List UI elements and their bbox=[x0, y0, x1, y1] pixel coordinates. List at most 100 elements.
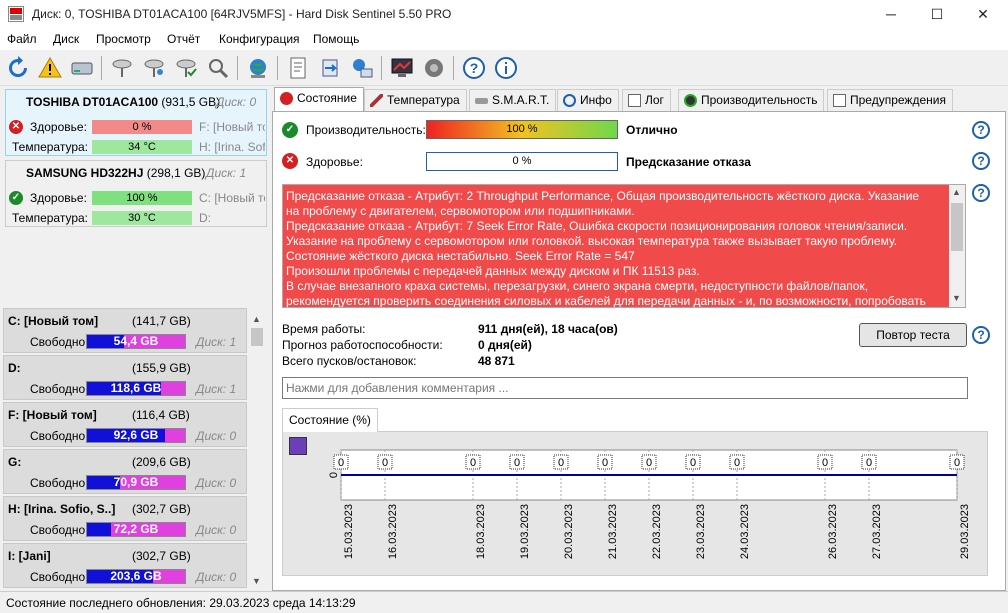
volume-item[interactable]: I: [Jani] (302,7 GB) Свободно 203,6 GB Диск:… bbox=[3, 543, 247, 588]
error-icon bbox=[280, 92, 293, 105]
volume-disk: Диск: 0 bbox=[196, 523, 237, 537]
menu-bar: Файл Диск Просмотр Отчёт Конфигурация По… bbox=[0, 28, 1008, 50]
alert-icon[interactable] bbox=[35, 53, 65, 83]
volume-item[interactable]: H: [Irina. Sofio, S..] (302,7 GB) Свободно… bbox=[3, 496, 247, 541]
volume-item[interactable]: G: (209,6 GB) Свободно 70,9 GB Диск: 0 bbox=[3, 449, 247, 494]
comment-input[interactable]: Нажми для добавления комментария ... bbox=[282, 377, 968, 399]
volume-name: D: bbox=[8, 361, 21, 375]
scroll-down-icon[interactable]: ▼ bbox=[252, 576, 261, 586]
close-button[interactable]: ✕ bbox=[960, 0, 1006, 28]
smart-icon bbox=[475, 98, 488, 104]
menu-disk[interactable]: Диск bbox=[53, 32, 79, 46]
disk-index: Диск: 0 bbox=[216, 95, 257, 109]
menu-config[interactable]: Конфигурация bbox=[219, 32, 300, 46]
help-icon[interactable]: ? bbox=[972, 152, 990, 170]
warnings-text: Предсказание отказа - Атрибут: 2 Through… bbox=[283, 185, 965, 308]
volume-free: 54,4 GB bbox=[113, 334, 159, 348]
forecast-value: 0 дня(ей) bbox=[478, 338, 532, 352]
x-tick-label: 29.03.2023 bbox=[959, 504, 971, 559]
check-icon[interactable] bbox=[171, 53, 201, 83]
globe-icon[interactable] bbox=[243, 53, 273, 83]
info-icon bbox=[563, 94, 576, 107]
window-title: Диск: 0, TOSHIBA DT01ACA100 [64RJV5MFS] … bbox=[32, 7, 452, 21]
surface-test-icon[interactable] bbox=[139, 53, 169, 83]
performance-rating: Отлично bbox=[626, 123, 678, 137]
scroll-thumb[interactable] bbox=[951, 203, 963, 251]
info-icon[interactable] bbox=[491, 53, 521, 83]
menu-view[interactable]: Просмотр bbox=[96, 32, 151, 46]
disk-size: (298,1 GB) bbox=[146, 166, 206, 180]
menu-help[interactable]: Помощь bbox=[313, 32, 359, 46]
disk-icon[interactable] bbox=[67, 53, 97, 83]
refresh-icon[interactable] bbox=[3, 53, 33, 83]
thermometer-icon bbox=[370, 94, 383, 107]
volume-usage-bar: 203,6 GB bbox=[86, 569, 186, 584]
tab-performance[interactable]: Производительность bbox=[678, 89, 825, 111]
volume-item[interactable]: C: [Новый том] (141,7 GB) Свободно 54,4 GB Д… bbox=[3, 308, 247, 353]
health-label: Здоровье: bbox=[30, 120, 87, 134]
disk-item-0[interactable]: TOSHIBA DT01ACA100 (931,5 GB) Диск: 0 ✕ … bbox=[5, 89, 267, 156]
disk-item-1[interactable]: SAMSUNG HD322HJ (298,1 GB) Диск: 1 ✓ Здо… bbox=[5, 160, 267, 227]
retest-button[interactable]: Повтор теста bbox=[859, 323, 967, 347]
warnings-box[interactable]: Предсказание отказа - Атрибут: 2 Through… bbox=[282, 184, 966, 308]
error-icon: ✕ bbox=[282, 153, 298, 169]
toolbar: ? bbox=[0, 50, 1008, 86]
disk-index: Диск: 1 bbox=[206, 166, 247, 180]
scroll-thumb[interactable] bbox=[251, 328, 263, 346]
volume-item[interactable]: D: (155,9 GB) Свободно 118,6 GB Диск: 1 bbox=[3, 355, 247, 400]
search-icon[interactable] bbox=[203, 53, 233, 83]
scroll-up-icon[interactable]: ▲ bbox=[952, 187, 961, 197]
send-report-icon[interactable] bbox=[315, 53, 345, 83]
title-bar: Диск: 0, TOSHIBA DT01ACA100 [64RJV5MFS] … bbox=[0, 0, 1008, 28]
volume-size: (302,7 GB) bbox=[132, 549, 191, 563]
volume-name: G: bbox=[8, 455, 22, 469]
monitor-icon[interactable] bbox=[387, 53, 417, 83]
minimize-button[interactable]: ─ bbox=[868, 0, 914, 28]
ok-icon: ✓ bbox=[9, 191, 23, 205]
volume-item[interactable]: F: [Новый том] (116,4 GB) Свободно 92,6 GB Д… bbox=[3, 402, 247, 447]
scroll-up-icon[interactable]: ▲ bbox=[252, 314, 261, 324]
report-icon[interactable] bbox=[283, 53, 313, 83]
data-label: 0 bbox=[734, 457, 740, 469]
volume-disk: Диск: 1 bbox=[196, 335, 237, 349]
x-tick-label: 23.03.2023 bbox=[695, 504, 707, 559]
data-label: 0 bbox=[514, 457, 520, 469]
test-icon[interactable] bbox=[107, 53, 137, 83]
warnings-scrollbar[interactable]: ▲ ▼ bbox=[949, 185, 965, 307]
volume-disk: Диск: 0 bbox=[196, 429, 237, 443]
maximize-button[interactable]: ☐ bbox=[914, 0, 960, 28]
performance-bar: 100 % bbox=[426, 120, 618, 139]
tab-smart[interactable]: S.M.A.R.T. bbox=[469, 89, 557, 111]
tab-status[interactable]: Состояние bbox=[274, 87, 364, 112]
volume-size: (155,9 GB) bbox=[132, 361, 191, 375]
volume-usage-bar: 92,6 GB bbox=[86, 428, 186, 443]
temperature-bar: 34 °C bbox=[92, 140, 192, 154]
warning-line: рекомендуется проверить соединения силов… bbox=[286, 294, 926, 308]
help-icon[interactable]: ? bbox=[972, 184, 990, 202]
tab-info[interactable]: Инфо bbox=[557, 89, 619, 111]
x-tick-label: 18.03.2023 bbox=[475, 504, 487, 559]
tab-alerts[interactable]: Предупреждения bbox=[827, 89, 953, 111]
error-icon: ✕ bbox=[9, 120, 23, 134]
data-label: 0 bbox=[822, 457, 828, 469]
warning-line: Предсказание отказа - Атрибут: 7 Seek Er… bbox=[286, 219, 908, 233]
network-icon[interactable] bbox=[347, 53, 377, 83]
sound-icon[interactable] bbox=[419, 53, 449, 83]
tab-temperature[interactable]: Температура bbox=[364, 89, 467, 111]
volume-disk: Диск: 0 bbox=[196, 570, 237, 584]
volume-list-scrollbar[interactable]: ▲ ▼ bbox=[249, 310, 265, 590]
volume-free: 72,2 GB bbox=[113, 522, 159, 536]
help-icon[interactable]: ? bbox=[459, 53, 489, 83]
alerts-icon bbox=[833, 94, 846, 107]
help-icon[interactable]: ? bbox=[972, 121, 990, 139]
menu-report[interactable]: Отчёт bbox=[167, 32, 200, 46]
volume-size: (302,7 GB) bbox=[132, 502, 191, 516]
chart-tab[interactable]: Состояние (%) bbox=[282, 408, 378, 432]
help-icon[interactable]: ? bbox=[972, 326, 990, 344]
tab-log[interactable]: Лог bbox=[622, 89, 671, 111]
scroll-down-icon[interactable]: ▼ bbox=[952, 293, 961, 303]
volume-usage-bar: 54,4 GB bbox=[86, 334, 186, 349]
menu-file[interactable]: Файл bbox=[7, 32, 37, 46]
app-icon bbox=[8, 6, 24, 22]
volume-list: C: [Новый том] (141,7 GB) Свободно 54,4 GB Д… bbox=[3, 308, 265, 590]
